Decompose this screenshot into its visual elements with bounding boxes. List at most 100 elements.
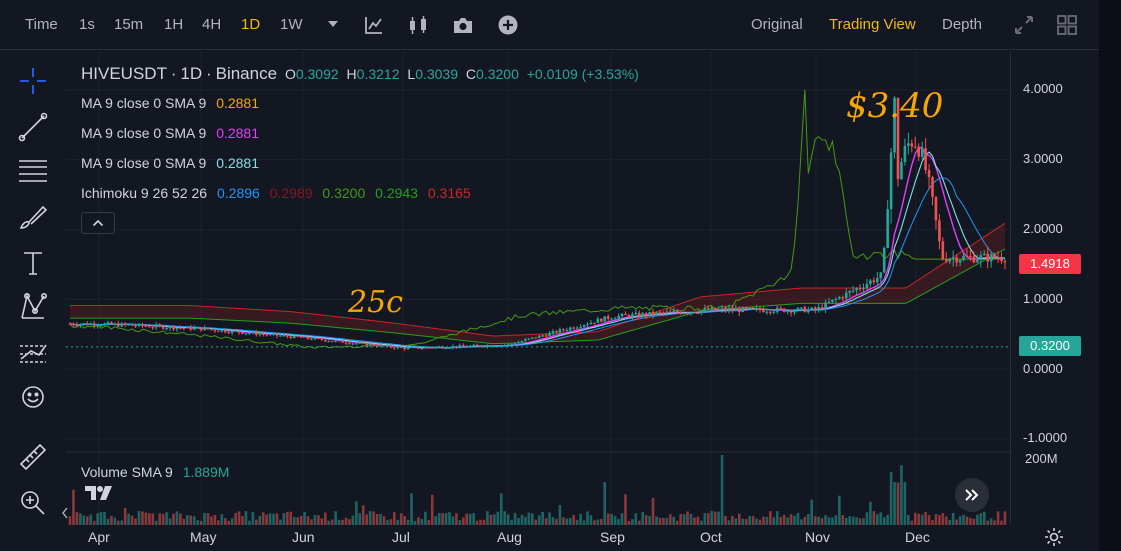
layout-grid-icon[interactable] <box>1056 14 1078 36</box>
zoom-icon[interactable] <box>17 487 49 519</box>
candles-icon[interactable] <box>407 14 431 36</box>
volume-label: Volume SMA 9 <box>81 464 173 480</box>
ohlc-legend: HIVEUSDT · 1D · Binance O0.3092 H0.3212 … <box>81 64 639 84</box>
volume-bar <box>389 519 393 525</box>
volume-bar <box>441 513 444 525</box>
ma-legend-2[interactable]: MA 9 close 0 SMA 9 0.2881 <box>81 125 259 141</box>
candle-body <box>627 315 631 318</box>
timeframe-15m[interactable]: 15m <box>114 16 143 33</box>
candle-body <box>127 324 130 326</box>
add-icon[interactable] <box>497 14 519 36</box>
candle-body <box>734 308 738 311</box>
volume-bar <box>196 520 199 525</box>
emoji-icon[interactable] <box>17 381 49 413</box>
volume-bar <box>203 512 206 525</box>
collapse-legend-button[interactable] <box>81 212 115 234</box>
forecast-icon[interactable] <box>17 337 49 369</box>
volume-bar <box>227 520 230 525</box>
volume-bar <box>810 499 814 525</box>
timeframe-1h[interactable]: 1H <box>164 16 183 33</box>
brush-icon[interactable] <box>17 201 49 233</box>
volume-bar <box>324 512 327 525</box>
volume-bar <box>413 520 417 525</box>
candle-body <box>341 340 344 343</box>
volume-bar <box>934 514 938 525</box>
x-tick-label: Apr <box>88 529 110 545</box>
timeframe-time[interactable]: Time <box>25 16 58 33</box>
right-edge-panel <box>1099 0 1121 551</box>
trend-line-icon[interactable] <box>17 111 49 143</box>
volume-bar <box>655 516 658 525</box>
view-depth[interactable]: Depth <box>942 16 982 33</box>
volume-bar <box>479 519 482 525</box>
view-trading-view[interactable]: Trading View <box>829 16 916 33</box>
candle-body <box>827 302 831 304</box>
volume-bar <box>951 512 955 525</box>
volume-bar <box>672 516 676 525</box>
volume-legend[interactable]: Volume SMA 9 1.889M <box>81 464 229 480</box>
scroll-forward-button[interactable] <box>955 478 989 512</box>
candle-body <box>265 334 268 336</box>
volume-bar <box>555 519 558 525</box>
candle-body <box>482 346 486 348</box>
ma-legend-3[interactable]: MA 9 close 0 SMA 9 0.2881 <box>81 155 259 171</box>
ruler-icon[interactable] <box>17 441 49 473</box>
high-value: 0.3212 <box>356 66 400 82</box>
expand-icon[interactable] <box>1013 14 1035 36</box>
candle-body <box>175 327 179 330</box>
candle-body <box>379 345 382 347</box>
candle-body <box>962 255 965 261</box>
crosshair-icon[interactable] <box>17 65 49 97</box>
volume-bar <box>748 516 751 525</box>
symbol-name[interactable]: HIVEUSDT <box>81 64 167 83</box>
candle-body <box>493 346 496 348</box>
camera-icon[interactable] <box>452 15 474 35</box>
volume-bar <box>234 512 237 525</box>
volume-bar <box>217 520 220 525</box>
volume-bar <box>758 519 762 525</box>
volume-bar <box>593 520 596 525</box>
volume-bar <box>772 517 776 525</box>
timeframe-1d[interactable]: 1D <box>241 16 260 33</box>
indicator-chart-icon[interactable] <box>363 14 385 36</box>
candle-body <box>351 343 355 345</box>
candle-body <box>613 318 617 320</box>
ma-legend-1[interactable]: MA 9 close 0 SMA 9 0.2881 <box>81 95 259 111</box>
volume-bar <box>917 513 920 525</box>
candle-body <box>610 318 613 320</box>
horizontal-lines-icon[interactable] <box>17 155 49 187</box>
scroll-left-icon[interactable] <box>61 507 69 519</box>
view-original[interactable]: Original <box>751 16 803 33</box>
candle-body <box>955 257 958 263</box>
ma-label: MA 9 close 0 SMA 9 <box>81 155 207 171</box>
candle-body <box>186 326 189 329</box>
candle-body <box>223 330 227 333</box>
x-tick-label: Sep <box>600 529 625 545</box>
chevron-down-icon[interactable] <box>326 19 340 29</box>
timeframe-4h[interactable]: 4H <box>202 16 221 33</box>
volume-bar <box>286 511 289 525</box>
volume-bar <box>786 517 789 525</box>
pattern-icon[interactable] <box>17 291 49 323</box>
ichimoku-legend[interactable]: Ichimoku 9 26 52 26 0.2896 0.2989 0.3200… <box>81 185 471 201</box>
volume-bar <box>579 513 582 525</box>
candle-body <box>807 309 810 313</box>
price-axis[interactable]: 4.0000 3.0000 2.0000 1.0000 0.0000 -1.00… <box>1010 51 1100 525</box>
timeframe-1w[interactable]: 1W <box>280 16 303 33</box>
volume-bar <box>617 519 620 525</box>
candle-body <box>120 323 124 327</box>
candle-body <box>130 324 134 326</box>
timeframe-1s[interactable]: 1s <box>79 16 95 33</box>
volume-bar <box>465 513 469 525</box>
text-icon[interactable] <box>17 247 49 279</box>
candle-body <box>213 329 217 331</box>
volume-bar <box>406 519 410 525</box>
candle-body <box>92 323 96 326</box>
candle-body <box>292 335 296 339</box>
volume-bar <box>330 519 334 525</box>
candle-body <box>320 338 324 340</box>
candle-body <box>886 209 889 248</box>
settings-gear-icon[interactable] <box>1044 527 1064 547</box>
candle-body <box>917 146 920 157</box>
candle-body <box>848 290 851 293</box>
